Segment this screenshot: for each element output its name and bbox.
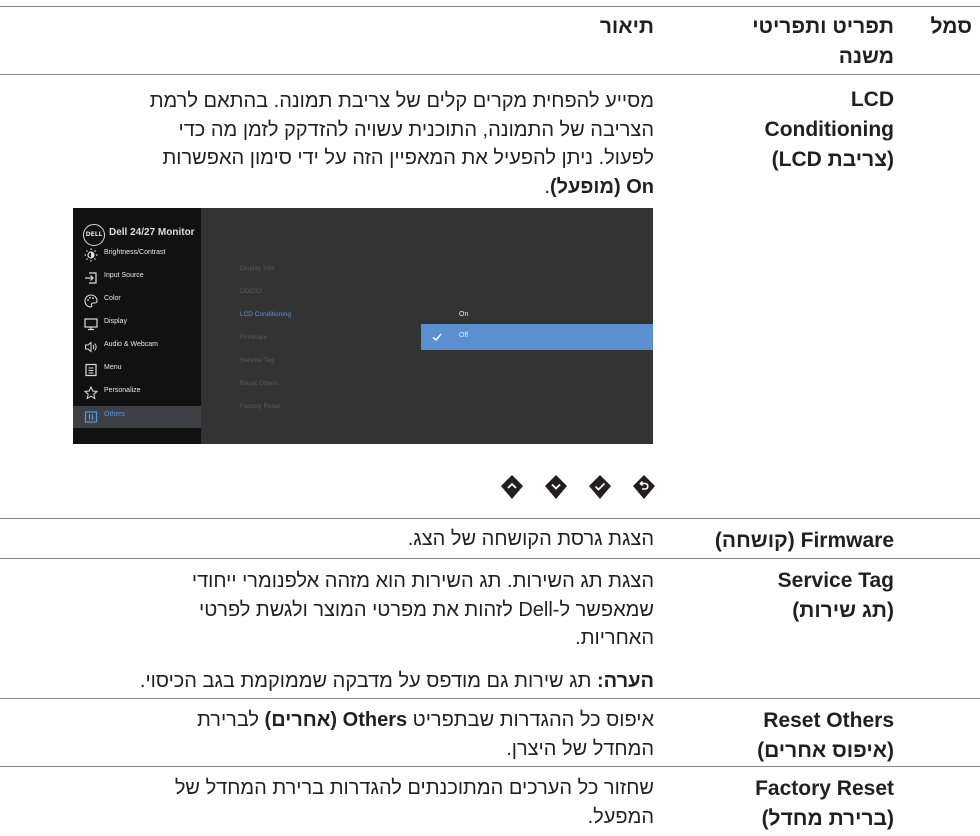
checkmark-icon <box>432 333 442 342</box>
osd-menu-item-audio-webcam[interactable]: Audio & Webcam <box>73 336 201 358</box>
reset-others-name: Reset Others (איפוס אחרים) <box>757 706 894 766</box>
desc-post: לברירת <box>197 709 259 731</box>
osd-option-label: On <box>459 311 469 318</box>
desc-line: איפוס כל ההגדרות שבתפריט Others (אחרים) … <box>197 706 654 735</box>
osd-menu-item-color[interactable]: Color <box>73 290 201 312</box>
down-icon[interactable] <box>544 474 568 500</box>
reset-others-description: איפוס כל ההגדרות שבתפריט Others (אחרים) … <box>197 706 654 763</box>
desc-line: שמאפשר ל-Dell לזהות את מפרטי המוצר ולגשת… <box>199 598 654 621</box>
desc-line: המחדל של היצרן. <box>506 737 654 760</box>
name-line: Reset Others <box>763 709 894 732</box>
lcd-conditioning-description: מסייע להפחית מקרים קלים של צריבת תמונה. … <box>150 87 654 201</box>
osd-menu-label: Input Source <box>104 272 144 279</box>
firmware-description: הצגת גרסת הקושחה של הצג. <box>407 528 654 550</box>
desc-line: On (מופעל). <box>150 173 654 202</box>
desc-line: לפעול. ניתן להפעיל את המאפיין הזה על ידי… <box>162 147 654 169</box>
osd-submenu-reset-others[interactable]: Reset Others <box>240 380 278 387</box>
osd-menu-item-display[interactable]: Display <box>73 313 201 335</box>
others-menu-text: Others (אחרים) <box>264 709 408 731</box>
header-menu: תפריט ותפריטי משנה <box>752 12 894 72</box>
name-line: (תג שירות) <box>792 599 894 622</box>
header-menu-line: משנה <box>838 45 894 68</box>
firmware-name-he: (קושחה) <box>714 529 795 552</box>
osd-submenu-ddc-ci[interactable]: DDC/CI <box>240 288 262 295</box>
color-icon <box>84 294 98 308</box>
desc-pre: איפוס כל ההגדרות שבתפריט <box>412 709 654 731</box>
osd-menu-label: Personalize <box>104 387 141 394</box>
name-line: Factory Reset <box>755 777 894 800</box>
others-icon <box>84 411 98 423</box>
name-line: Conditioning <box>764 118 894 141</box>
osd-submenu-lcd-conditioning[interactable]: LCD Conditioning <box>240 311 291 318</box>
osd-menu-item-input-source[interactable]: Input Source <box>73 267 201 289</box>
desc-line: הצגת תג השירות. תג השירות הוא מזהה אלפנו… <box>191 570 654 592</box>
name-line: (צריבת LCD) <box>771 148 894 171</box>
desc-line: המפעל. <box>587 805 654 828</box>
up-icon[interactable] <box>500 474 524 500</box>
osd-menu-item-brightness[interactable]: Brightness/Contrast <box>73 244 201 266</box>
osd-menu-item-personalize[interactable]: Personalize <box>73 382 201 404</box>
name-line: Service Tag <box>777 569 894 592</box>
header-symbol: סמל <box>930 15 972 38</box>
osd-submenu-service-tag[interactable]: Service Tag <box>240 357 274 364</box>
osd-menu-label: Others <box>104 411 126 418</box>
factory-reset-name: Factory Reset (ברירת מחדל) <box>755 774 894 834</box>
firmware-name-en: Firmware <box>800 529 894 552</box>
reset-others-row-rule <box>0 766 980 767</box>
osd-submenu-display-info[interactable]: Display Info <box>240 265 274 272</box>
osd-menu-label: Display <box>104 318 127 325</box>
desc-line: הצריבה של התמונה, התוכנית עשויה להזדקק ל… <box>178 118 654 141</box>
name-line: (ברירת מחדל) <box>761 807 894 830</box>
note-text: תג שירות גם מודפס על מדבקה שממוקמת בגב ה… <box>139 670 592 692</box>
osd-option-off[interactable]: Off <box>421 324 653 350</box>
note-label: הערה: <box>597 670 654 692</box>
menu-icon <box>85 363 97 377</box>
service-tag-note: הערה: תג שירות גם מודפס על מדבקה שממוקמת… <box>140 667 654 696</box>
brightness-icon <box>84 248 98 262</box>
header-menu-line: תפריט ותפריטי <box>752 15 894 38</box>
dell-logo: DELL <box>83 224 105 246</box>
factory-reset-description: שחזור כל הערכים המתוכנתים להגדרות ברירת … <box>175 774 654 831</box>
service-tag-description: הצגת תג השירות. תג השירות הוא מזהה אלפנו… <box>192 567 654 653</box>
input-source-icon <box>85 272 97 284</box>
header-description: תיאור <box>599 15 654 38</box>
service-tag-row-rule <box>0 698 980 699</box>
osd-menu-item-menu[interactable]: Menu <box>73 359 201 381</box>
desc-line: האחריות. <box>575 627 654 649</box>
star-icon <box>84 386 98 400</box>
check-icon[interactable] <box>588 474 612 500</box>
header-rule <box>0 74 980 75</box>
osd-option-label: Off <box>459 332 469 339</box>
osd-screenshot: DELL Dell 24/27 Monitor Brightness/Contr… <box>73 208 653 444</box>
audio-webcam-icon <box>85 341 97 353</box>
osd-menu-label: Color <box>104 295 121 302</box>
name-line: (איפוס אחרים) <box>757 739 894 762</box>
lcd-row-rule <box>0 518 980 519</box>
desc-line: מסייע להפחית מקרים קלים של צריבת תמונה. … <box>149 90 654 112</box>
on-option-text: On (מופעל) <box>549 175 654 198</box>
osd-menu-label: Menu <box>104 364 122 371</box>
osd-submenu-factory-reset[interactable]: Factory Reset <box>240 403 280 410</box>
desc-line: שחזור כל הערכים המתוכנתים להגדרות ברירת … <box>174 777 654 799</box>
top-rule <box>0 6 980 7</box>
name-line: LCD <box>850 88 894 111</box>
display-icon <box>84 318 98 331</box>
back-icon[interactable] <box>632 474 656 500</box>
osd-submenu-firmware[interactable]: Firmware <box>240 334 267 341</box>
osd-title: Dell 24/27 Monitor <box>109 227 195 238</box>
osd-menu-label: Audio & Webcam <box>104 341 158 348</box>
service-tag-name: Service Tag (תג שירות) <box>778 566 894 626</box>
osd-menu-item-others[interactable]: Others <box>73 406 201 428</box>
firmware-row-rule <box>0 558 980 559</box>
firmware-name: Firmware (קושחה) <box>715 526 894 556</box>
lcd-conditioning-name: LCD Conditioning (צריבת LCD) <box>765 85 894 175</box>
osd-menu-label: Brightness/Contrast <box>104 249 166 256</box>
